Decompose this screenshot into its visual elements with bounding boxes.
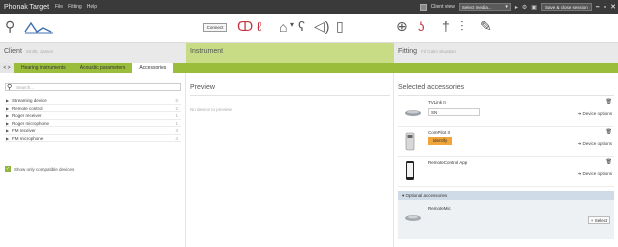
accessory-tvlink: TVLink II SN 🗑 ➔ Device options [398, 97, 614, 127]
preview-empty-text: No device to preview [190, 107, 232, 112]
client-view-checkbox[interactable] [419, 3, 427, 11]
divider [190, 95, 390, 96]
menu-help[interactable]: Help [87, 4, 97, 10]
compatible-filter[interactable]: ✓ Show only compatible devices [5, 166, 74, 172]
toolbar: ⚲ Connect ↀ ℓ ⌂ ▾ ʕ ◁) ▯ ⊕ ʖ † ⫶ ✎ [0, 14, 618, 43]
phone-image [406, 161, 414, 180]
select-button[interactable]: + Select [588, 216, 610, 224]
tab-hearing-instruments[interactable]: Hearing instruments [14, 63, 73, 73]
client-name: Smith, James [25, 49, 54, 54]
compilot-image [405, 132, 415, 151]
delete-icon[interactable]: 🗑 [606, 129, 612, 135]
expand-arrow-icon: ▶ [6, 128, 10, 133]
client-section[interactable]: Client Smith, James [0, 43, 186, 63]
device-options-link[interactable]: ➔ Device options [577, 141, 612, 147]
selected-title: Selected accessories [398, 84, 465, 91]
gear-icon[interactable]: ⚙ [522, 4, 527, 11]
expand-arrow-icon: ▶ [6, 105, 10, 111]
device-category-list: ▶ Streaming device 6 ▶ Remote control 2 … [5, 97, 181, 142]
sliders-icon[interactable]: ⫶ [460, 18, 464, 35]
optional-accessories: ▾ Optional accessories RemoteMic + Selec… [398, 191, 614, 239]
compatible-label: Show only compatible devices [14, 166, 75, 172]
expand-arrow-icon: ▶ [6, 120, 10, 126]
client-person-icon[interactable]: ⚲ [5, 18, 15, 35]
display-icon[interactable]: ▣ [531, 4, 537, 11]
accessory-name: TVLink II [428, 100, 446, 105]
serial-number-field[interactable]: SN [428, 108, 480, 116]
fitting-ear-icon[interactable]: ʖ [418, 19, 425, 34]
minimize-icon[interactable]: – [596, 4, 600, 11]
title-bar: Phonak Target File Fitting Help Client v… [0, 0, 618, 14]
list-item[interactable]: ▶ FM receiver 3 [5, 127, 181, 135]
section-header-row: Client Smith, James Instrument Fitting Fit… [0, 43, 618, 63]
tab-acoustic-parameters[interactable]: Acoustic parameters [73, 63, 133, 73]
optional-item-name: RemoteMic [428, 206, 451, 211]
device-dropdown-icon[interactable]: ▾ [290, 20, 294, 29]
search-icon: ⚲ [7, 84, 13, 91]
hearing-aid-pair-icon[interactable]: ↀ [237, 19, 253, 35]
optional-header[interactable]: ▾ Optional accessories [398, 191, 614, 200]
delete-icon[interactable]: 🗑 [606, 159, 612, 165]
delete-icon[interactable]: 🗑 [606, 99, 612, 105]
ear-mold-icon[interactable]: ʕ [298, 18, 305, 34]
ear-icon[interactable]: ℓ [257, 19, 261, 34]
target-icon[interactable]: ⊕ [396, 18, 408, 35]
battery-icon[interactable]: ▯ [336, 18, 344, 35]
expand-arrow-icon: ▶ [6, 135, 10, 141]
expand-arrow-icon: ▶ [6, 113, 10, 118]
selected-accessories-panel: Selected accessories TVLink II SN 🗑 ➔ De… [394, 73, 618, 247]
device-options-link[interactable]: ➔ Device options [577, 171, 612, 177]
fitting-title: Fitting [398, 48, 418, 55]
fitting-sub: Fit Calm situation [421, 49, 456, 54]
divider [398, 95, 614, 96]
tab-bar: < > Hearing instruments Acoustic paramet… [0, 63, 618, 73]
fitting-section[interactable]: Fitting Fit Calm situation [394, 43, 618, 63]
restore-icon[interactable]: ▫ [604, 4, 606, 11]
client-title: Client [4, 48, 22, 55]
preview-title: Preview [190, 84, 215, 91]
client-view-label: Client view [430, 4, 455, 10]
instrument-title: Instrument [190, 48, 224, 55]
connect-button[interactable]: Connect [203, 23, 227, 32]
speaker-icon[interactable]: ◁) [314, 18, 329, 35]
tvlink-image [405, 110, 421, 116]
search-input[interactable]: ⚲ Search... [5, 83, 181, 91]
device-icon[interactable]: ⌂ [279, 19, 287, 35]
app-title: Phonak Target [4, 3, 50, 11]
tab-scroll-arrows[interactable]: < > [0, 63, 14, 73]
play-icon[interactable]: ▸ [515, 4, 518, 11]
compatible-checkbox[interactable]: ✓ [5, 166, 11, 172]
list-item[interactable]: ▶ Roger microphone 1 [5, 120, 181, 127]
device-options-link[interactable]: ➔ Device options [577, 111, 612, 117]
device-list-panel: ⚲ Search... ▶ Streaming device 6 ▶ Remot… [0, 73, 186, 247]
list-item[interactable]: ▶ Roger receiver 1 [5, 112, 181, 120]
wrench-icon[interactable]: ✎ [480, 18, 492, 35]
accessory-name: ComPilot II [428, 130, 451, 135]
close-icon[interactable]: ✕ [610, 3, 616, 11]
list-item[interactable]: ▶ Streaming device 6 [5, 97, 181, 105]
instrument-section[interactable]: Instrument [186, 43, 394, 63]
save-close-button[interactable]: Save & close session [540, 3, 592, 11]
audiogram-icon[interactable] [24, 20, 54, 34]
search-placeholder: Search... [16, 85, 35, 90]
accessory-name: RemoteControl App [428, 160, 468, 165]
remotemic-image [405, 215, 421, 221]
accessory-remote-app: RemoteControl App 🗑 ➔ Device options [398, 157, 614, 187]
accessory-compilot: ComPilot II Identify 🗑 ➔ Device options [398, 127, 614, 157]
menu-file[interactable]: File [55, 4, 63, 10]
preview-panel: Preview No device to preview [186, 73, 394, 247]
expand-arrow-icon: ▶ [6, 98, 10, 103]
tab-accessories[interactable]: Accessories [132, 63, 174, 73]
list-item[interactable]: ▶ Remote control 2 [5, 105, 181, 112]
identify-button[interactable]: Identify [428, 137, 452, 145]
list-item[interactable]: ▶ FM microphone 4 [5, 135, 181, 142]
select-media-dropdown[interactable]: Select media... [458, 3, 511, 11]
menu-fitting[interactable]: Fitting [68, 4, 82, 10]
person-icon[interactable]: † [442, 18, 450, 34]
